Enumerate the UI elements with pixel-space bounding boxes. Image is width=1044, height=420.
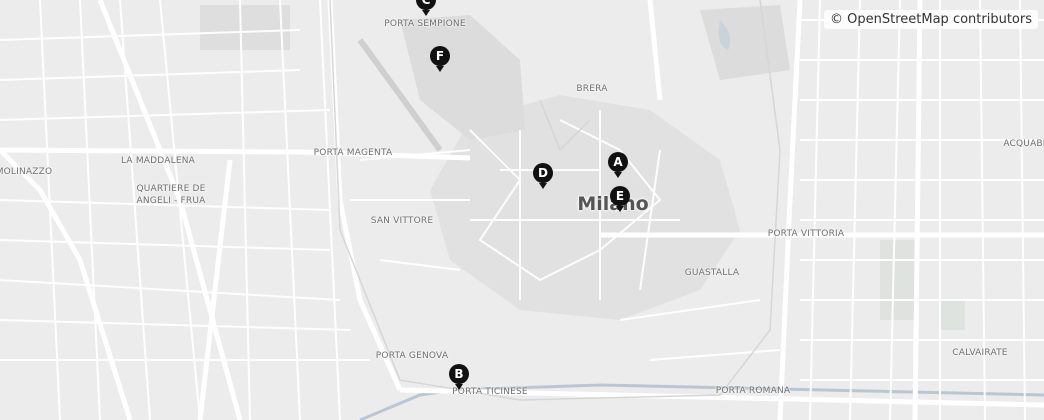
marker-e-label: E [610,186,630,206]
area-label-guastalla: GUASTALLA [684,268,740,278]
marker-a-pointer [614,172,622,178]
marker-b-label: B [449,364,469,384]
area-label-molinazzo: MOLINAZZO [0,167,53,177]
marker-e-pointer [616,206,624,212]
marker-c-pointer [422,10,430,16]
marker-f-label: F [430,46,450,66]
map-marker-c[interactable]: C [415,0,437,20]
map-view[interactable]: PORTA SEMPIONE BRERA LA MADDALENA PORTA … [0,0,1044,420]
area-label-angeli-frua: ANGELI - FRUA [136,196,206,206]
area-label-calvairate: CALVAIRATE [952,348,1008,358]
area-label-porta-romana: PORTA ROMANA [715,386,791,396]
marker-d-pointer [539,183,547,189]
area-label-brera: BRERA [576,84,608,94]
area-label-porta-vittoria: PORTA VITTORIA [767,229,845,239]
area-label-porta-magenta: PORTA MAGENTA [313,148,393,158]
marker-f-pointer [436,66,444,72]
area-label-la-maddalena: LA MADDALENA [120,156,196,166]
area-label-porta-genova: PORTA GENOVA [375,351,449,361]
map-marker-e[interactable]: E [609,186,631,216]
area-label-san-vittore: SAN VITTORE [370,216,434,226]
map-marker-b[interactable]: B [448,364,470,394]
area-label-acquabella: ACQUABE [1003,139,1044,149]
marker-c-label: C [416,0,436,10]
map-base [0,0,1044,420]
area-label-quartiere-de: QUARTIERE DE [136,184,206,194]
map-marker-a[interactable]: A [607,152,629,182]
map-marker-d[interactable]: D [532,163,554,193]
area-label-porta-sempione: PORTA SEMPIONE [384,19,466,29]
marker-b-pointer [455,384,463,390]
marker-d-label: D [533,163,553,183]
marker-a-label: A [608,152,628,172]
map-attribution[interactable]: © OpenStreetMap contributors [824,10,1038,29]
map-marker-f[interactable]: F [429,46,451,76]
